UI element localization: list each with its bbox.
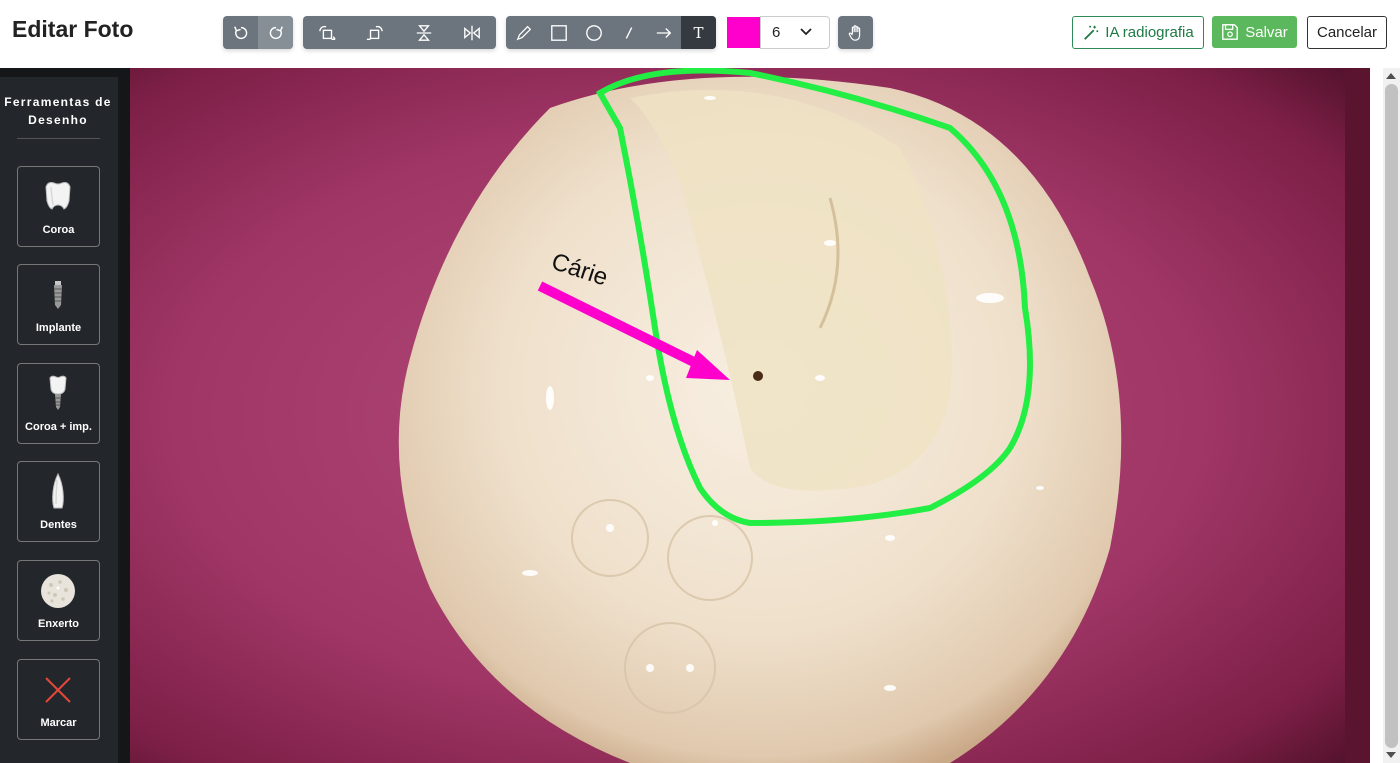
rotate-toolbar bbox=[223, 16, 293, 49]
photo-canvas[interactable]: Cárie bbox=[130, 68, 1370, 763]
stroke-size-value: 6 bbox=[772, 24, 781, 41]
tool-dentes[interactable]: Dentes bbox=[17, 461, 100, 542]
sidebar-title: Ferramentas de Desenho bbox=[4, 95, 112, 127]
stroke-size-select[interactable]: 6 bbox=[760, 16, 830, 49]
line-icon bbox=[625, 26, 632, 39]
line-tool[interactable] bbox=[611, 16, 646, 49]
arrow-icon bbox=[656, 27, 671, 38]
sidebar-divider bbox=[17, 138, 100, 139]
tool-label: Coroa bbox=[42, 224, 75, 236]
x-mark-icon bbox=[45, 677, 71, 703]
rectangle-tool[interactable] bbox=[541, 16, 576, 49]
scroll-up-icon[interactable] bbox=[1386, 73, 1396, 79]
tool-label: Implante bbox=[35, 322, 82, 334]
save-button[interactable]: Salvar bbox=[1212, 16, 1297, 48]
graft-icon bbox=[41, 574, 75, 608]
tool-label: Marcar bbox=[40, 717, 77, 729]
hand-icon bbox=[848, 24, 860, 41]
transform-toolbar bbox=[303, 16, 496, 49]
crop-rotate-left-icon bbox=[319, 25, 336, 40]
chevron-down-icon bbox=[800, 28, 812, 36]
tool-label: Enxerto bbox=[38, 618, 79, 630]
circle-tool[interactable] bbox=[576, 16, 611, 49]
rotate-left-icon bbox=[233, 25, 247, 39]
page-title: Editar Foto bbox=[12, 16, 134, 42]
editor-header: Editar Foto T 6 IA radiografia Salvar Ca… bbox=[0, 0, 1400, 68]
tool-label: Coroa + imp. bbox=[25, 421, 92, 433]
tool-marcar[interactable]: Marcar bbox=[17, 659, 100, 740]
scroll-down-icon[interactable] bbox=[1386, 752, 1396, 758]
tool-coroa[interactable]: Coroa bbox=[17, 166, 100, 247]
drawing-tools-sidebar: Ferramentas de Desenho Coroa Implante Co… bbox=[0, 68, 130, 763]
crown-icon bbox=[45, 182, 71, 210]
rotate-left-button[interactable] bbox=[223, 16, 258, 49]
crown-implant-icon bbox=[49, 375, 67, 410]
color-picker[interactable] bbox=[727, 17, 760, 48]
scroll-thumb[interactable] bbox=[1385, 84, 1398, 748]
flip-vertical-button[interactable] bbox=[406, 16, 441, 49]
flip-vertical-icon bbox=[416, 24, 431, 41]
tool-coroa-implante[interactable]: Coroa + imp. bbox=[17, 363, 100, 444]
vertical-scrollbar[interactable] bbox=[1383, 68, 1400, 763]
draw-toolbar: T bbox=[506, 16, 716, 49]
ia-radiografia-label: IA radiografia bbox=[1105, 24, 1194, 41]
tool-label: Dentes bbox=[40, 519, 77, 531]
tooth-photo: Cárie bbox=[130, 68, 1370, 763]
flip-horizontal-icon bbox=[464, 25, 480, 40]
tool-enxerto[interactable]: Enxerto bbox=[17, 560, 100, 641]
text-tool-glyph: T bbox=[693, 23, 704, 42]
pan-toolbar bbox=[838, 16, 873, 49]
cancel-label: Cancelar bbox=[1316, 24, 1378, 41]
pencil-icon bbox=[516, 25, 531, 40]
magic-wand-icon bbox=[1084, 25, 1099, 40]
arrow-tool[interactable] bbox=[646, 16, 681, 49]
implant-icon bbox=[54, 281, 62, 309]
pan-tool[interactable] bbox=[838, 16, 873, 49]
pencil-tool[interactable] bbox=[506, 16, 541, 49]
sidebar-panel: Ferramentas de Desenho Coroa Implante Co… bbox=[0, 77, 118, 763]
circle-icon bbox=[585, 24, 602, 41]
flip-horizontal-button[interactable] bbox=[454, 16, 489, 49]
text-tool[interactable]: T bbox=[681, 16, 716, 49]
ia-radiografia-button[interactable]: IA radiografia bbox=[1072, 16, 1204, 49]
save-label: Salvar bbox=[1245, 23, 1288, 41]
floppy-disk-icon bbox=[1222, 24, 1239, 40]
rotate-right-icon bbox=[269, 25, 283, 39]
crop-rotate-right-icon bbox=[367, 25, 384, 40]
crop-rotate-right-button[interactable] bbox=[358, 16, 393, 49]
tool-implante[interactable]: Implante bbox=[17, 264, 100, 345]
rectangle-icon bbox=[550, 24, 567, 41]
cancel-button[interactable]: Cancelar bbox=[1307, 16, 1387, 49]
crop-rotate-left-button[interactable] bbox=[310, 16, 345, 49]
rotate-right-button[interactable] bbox=[258, 16, 293, 49]
tooth-icon bbox=[52, 472, 64, 509]
